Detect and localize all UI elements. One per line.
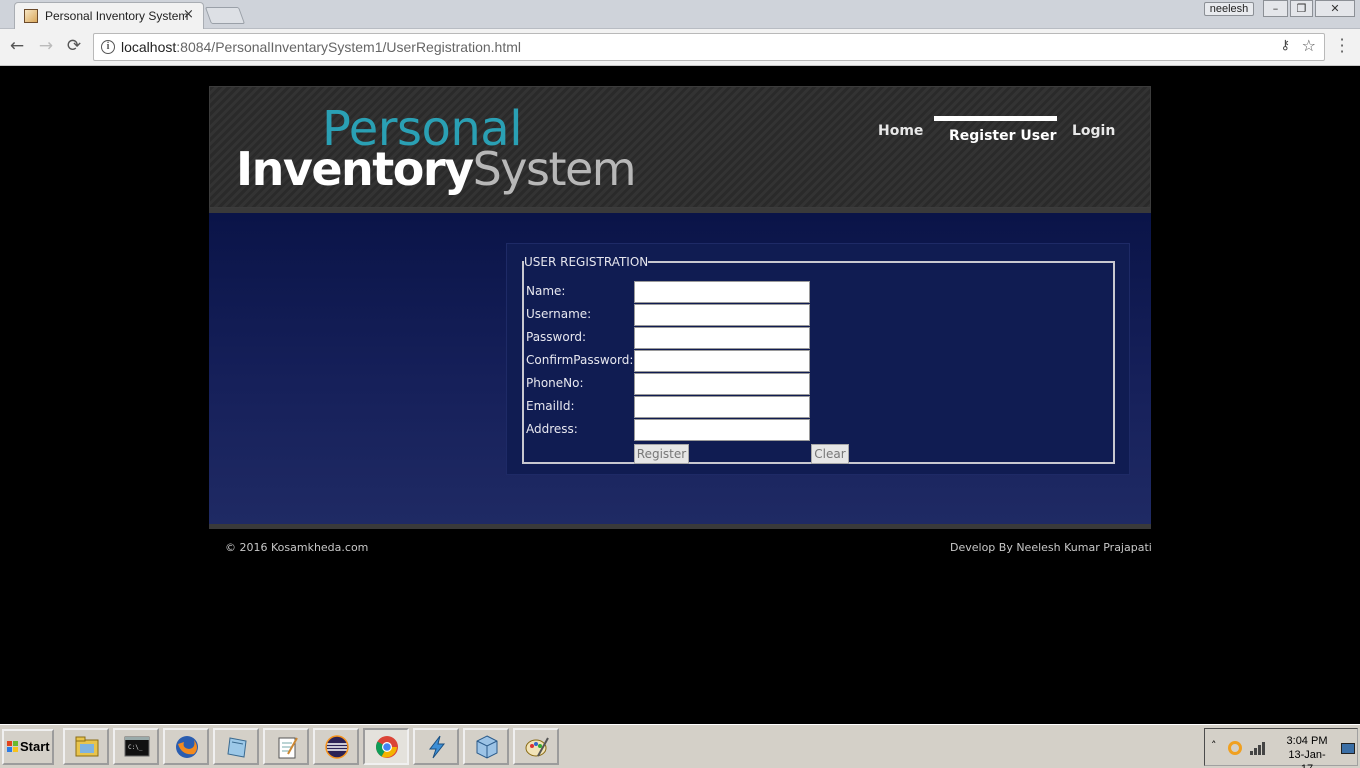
browser-toolbar: ← → ⟳ i localhost:8084/PersonalInventary… <box>0 29 1360 66</box>
taskbar-notepad[interactable] <box>263 728 309 765</box>
nav-home-link[interactable]: Home <box>878 123 923 139</box>
nav-register-user-link[interactable]: Register User <box>949 128 1057 144</box>
clear-button[interactable]: Clear <box>811 444 849 464</box>
site-header: Personal InventorySystem Home Register U… <box>209 86 1151 208</box>
tab-title: Personal Inventory System <box>45 9 189 23</box>
profile-button[interactable]: neelesh <box>1204 2 1254 16</box>
footer-credit: Develop By Neelesh Kumar Prajapati <box>950 541 1152 554</box>
tab-close-icon[interactable]: × <box>183 7 194 22</box>
logo-inventory-system: InventorySystem <box>236 142 637 196</box>
taskbar-lightning-app[interactable] <box>413 728 459 765</box>
new-tab-button[interactable] <box>204 7 246 24</box>
url-path: :8084/PersonalInventarySystem1/UserRegis… <box>176 39 521 55</box>
browser-tabstrip: Personal Inventory System × neelesh – ❐ … <box>0 0 1360 29</box>
taskbar-virtualbox[interactable] <box>463 728 509 765</box>
firefox-icon <box>176 736 198 758</box>
command-prompt-icon: C:\_ <box>124 736 150 757</box>
phone-field[interactable] <box>634 373 810 395</box>
clock[interactable]: 3:04 PM 13-Jan-17 <box>1283 734 1331 768</box>
page-favicon-icon <box>24 9 38 23</box>
taskbar-eclipse[interactable] <box>313 728 359 765</box>
username-field[interactable] <box>634 304 810 326</box>
phone-label: PhoneNo: <box>526 376 584 390</box>
address-bar[interactable]: i localhost:8084/PersonalInventarySystem… <box>93 33 1325 61</box>
close-window-button[interactable]: ✕ <box>1315 0 1355 17</box>
show-hidden-icons-icon[interactable]: ˄ <box>1211 739 1217 752</box>
clock-time: 3:04 PM <box>1286 735 1328 747</box>
notepad-icon <box>278 737 298 759</box>
avast-icon[interactable] <box>1228 741 1242 755</box>
browser-tab[interactable]: Personal Inventory System × <box>14 2 204 29</box>
site-container: Personal InventorySystem Home Register U… <box>209 86 1151 529</box>
username-label: Username: <box>526 307 592 321</box>
reload-icon[interactable]: ⟳ <box>64 36 84 56</box>
form-legend: USER REGISTRATION <box>524 255 649 269</box>
windows-taskbar: Start C:\_ ˄ 3:04 PM 13-Jan-17 <box>0 724 1360 768</box>
url-host: localhost <box>121 39 177 55</box>
virtualbox-icon <box>476 735 498 759</box>
logo-inventory: Inventory <box>236 142 474 196</box>
email-field[interactable] <box>634 396 810 418</box>
start-button[interactable]: Start <box>2 729 54 765</box>
file-explorer-icon <box>75 736 99 757</box>
nav-login-link[interactable]: Login <box>1072 123 1115 139</box>
notebook-icon <box>227 737 247 758</box>
registration-panel: USER REGISTRATION Name: Username: Passwo… <box>506 243 1130 475</box>
password-field[interactable] <box>634 327 810 349</box>
lightning-app-icon <box>428 735 446 759</box>
name-label: Name: <box>526 284 566 298</box>
taskbar-chrome[interactable] <box>363 728 409 765</box>
email-label: EmailId: <box>526 399 575 413</box>
taskbar-firefox[interactable] <box>163 728 209 765</box>
back-arrow-icon[interactable]: ← <box>7 36 27 56</box>
show-desktop-icon[interactable] <box>1341 743 1355 754</box>
footer-copyright: © 2016 Kosamkheda.com <box>225 541 369 554</box>
taskbar-paint[interactable] <box>513 728 559 765</box>
network-signal-icon[interactable] <box>1250 741 1268 755</box>
key-icon[interactable]: ⚷ <box>1280 38 1290 53</box>
main-content: USER REGISTRATION Name: Username: Passwo… <box>209 213 1151 524</box>
taskbar-notebook[interactable] <box>213 728 259 765</box>
system-tray: ˄ 3:04 PM 13-Jan-17 <box>1204 728 1358 768</box>
active-nav-indicator <box>934 116 1057 121</box>
bookmark-star-icon[interactable]: ☆ <box>1302 36 1316 55</box>
register-button[interactable]: Register <box>634 444 689 464</box>
registration-form: USER REGISTRATION Name: Username: Passwo… <box>522 255 1115 464</box>
eclipse-icon <box>325 735 349 759</box>
address-label: Address: <box>526 422 578 436</box>
url-text[interactable]: localhost:8084/PersonalInventarySystem1/… <box>121 39 521 55</box>
windows-flag-icon <box>7 741 19 753</box>
chrome-icon <box>376 736 398 758</box>
start-label: Start <box>20 739 50 754</box>
svg-text:C:\_: C:\_ <box>128 744 143 751</box>
clock-date: 13-Jan-17 <box>1288 749 1326 768</box>
site-info-icon[interactable]: i <box>101 40 115 54</box>
password-label: Password: <box>526 330 587 344</box>
confirm-password-label: ConfirmPassword: <box>526 353 634 367</box>
content-divider <box>209 524 1151 529</box>
browser-menu-icon[interactable]: · · · <box>1336 32 1348 60</box>
taskbar-explorer[interactable] <box>63 728 109 765</box>
minimize-window-button[interactable]: – <box>1263 0 1288 17</box>
forward-arrow-icon[interactable]: → <box>36 36 56 56</box>
logo-system: System <box>472 142 637 196</box>
taskbar-cmd[interactable]: C:\_ <box>113 728 159 765</box>
name-field[interactable] <box>634 281 810 303</box>
maximize-window-button[interactable]: ❐ <box>1290 0 1313 17</box>
address-field[interactable] <box>634 419 810 441</box>
paint-icon <box>525 737 549 757</box>
confirm-password-field[interactable] <box>634 350 810 372</box>
